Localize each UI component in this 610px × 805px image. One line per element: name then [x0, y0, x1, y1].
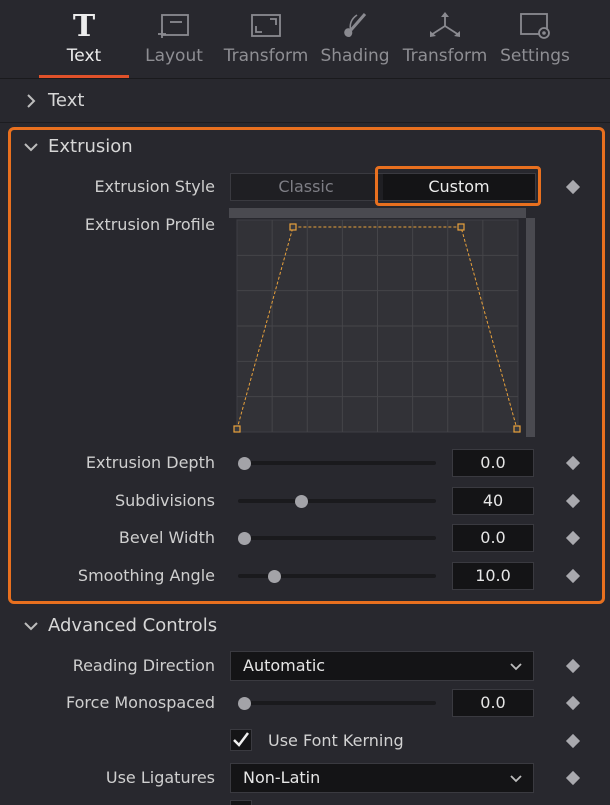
chevron-down-icon: [24, 621, 38, 630]
keyframe-diamond-icon[interactable]: [565, 733, 581, 749]
tab-layout-label: Layout: [145, 46, 203, 66]
extrusion-depth-label: Extrusion Depth: [85, 453, 215, 472]
ligatures-label: Use Ligatures: [105, 768, 215, 787]
active-tab-indicator: [39, 75, 129, 78]
tab-transform[interactable]: Transform: [221, 0, 311, 78]
font-kerning-label: Use Font Kerning: [268, 731, 404, 750]
font-kerning-checkbox[interactable]: [230, 729, 252, 751]
extrusion-style-label: Extrusion Style: [94, 177, 215, 196]
keyframe-diamond-icon[interactable]: [565, 695, 581, 711]
smoothing-angle-slider-knob[interactable]: [267, 570, 281, 583]
tab-settings-label: Settings: [500, 46, 570, 66]
inspector-toolbar: T Text Layout Transform Shading Transfor…: [0, 0, 610, 79]
tab-transform-label: Transform: [223, 46, 309, 66]
next-checkbox-partial[interactable]: [230, 800, 252, 805]
tab-shading-label: Shading: [320, 46, 390, 66]
bevel-width-slider-track[interactable]: [238, 536, 436, 540]
ligatures-dropdown[interactable]: Non-Latin: [230, 763, 534, 793]
reading-direction-label: Reading Direction: [72, 656, 215, 675]
extrusion-profile-label: Extrusion Profile: [84, 215, 215, 234]
reading-direction-dropdown[interactable]: Automatic: [230, 651, 534, 681]
bevel-width-slider-knob[interactable]: [238, 532, 251, 545]
tab-settings[interactable]: Settings: [490, 0, 580, 78]
keyframe-diamond-icon[interactable]: [565, 770, 581, 786]
profile-control-point[interactable]: [513, 425, 521, 433]
profile-control-point[interactable]: [233, 425, 241, 433]
tab-transform-3d[interactable]: Transform: [400, 0, 490, 78]
section-header-text[interactable]: Text: [22, 90, 84, 111]
extrusion-profile-graph[interactable]: [229, 208, 537, 440]
tab-text[interactable]: T Text: [39, 0, 129, 78]
section-title-text: Text: [48, 90, 85, 111]
section-title-extrusion: Extrusion: [48, 136, 133, 157]
reading-direction-value: Automatic: [243, 656, 326, 675]
checkmark-icon: [233, 732, 249, 747]
force-monospaced-slider-knob[interactable]: [238, 697, 251, 710]
chevron-right-icon: [27, 93, 36, 108]
force-monospaced-field[interactable]: 0.0: [452, 689, 534, 717]
force-monospaced-label: Force Monospaced: [66, 693, 215, 712]
tab-layout[interactable]: Layout: [129, 0, 219, 78]
bevel-width-field[interactable]: 0.0: [452, 524, 534, 552]
extrusion-depth-slider-track[interactable]: [238, 461, 436, 465]
custom-highlight-frame: [375, 166, 541, 206]
extrusion-depth-slider-knob[interactable]: [238, 457, 251, 470]
section-header-advanced-controls[interactable]: Advanced Controls: [22, 615, 217, 636]
ligatures-value: Non-Latin: [243, 768, 321, 787]
profile-control-point[interactable]: [289, 223, 297, 231]
smoothing-angle-label: Smoothing Angle: [77, 566, 215, 585]
chevron-down-icon: [510, 663, 522, 671]
bevel-width-label: Bevel Width: [118, 528, 215, 547]
subdivisions-field[interactable]: 40: [452, 487, 534, 515]
force-monospaced-slider-track[interactable]: [238, 701, 436, 705]
smoothing-angle-field[interactable]: 10.0: [452, 562, 534, 590]
profile-control-point[interactable]: [457, 223, 465, 231]
settings-icon: [490, 10, 580, 42]
transform-3d-icon: [400, 10, 490, 42]
tab-text-label: Text: [66, 46, 102, 66]
chevron-down-icon: [24, 142, 38, 151]
extrusion-depth-field[interactable]: 0.0: [452, 449, 534, 477]
transform-icon: [221, 10, 311, 42]
layout-icon: [129, 10, 219, 42]
divider: [0, 122, 610, 123]
subdivisions-label: Subdivisions: [114, 491, 215, 510]
extrusion-style-classic[interactable]: Classic: [231, 174, 381, 200]
keyframe-diamond-icon[interactable]: [565, 658, 581, 674]
section-title-advanced: Advanced Controls: [48, 615, 218, 636]
text-T-icon: T: [72, 8, 96, 44]
section-header-extrusion[interactable]: Extrusion: [22, 136, 133, 157]
chevron-down-icon: [510, 775, 522, 783]
subdivisions-slider-track[interactable]: [238, 499, 436, 503]
shading-brush-icon: [310, 10, 400, 42]
tab-transform-3d-label: Transform: [402, 46, 488, 66]
tab-shading[interactable]: Shading: [310, 0, 400, 78]
